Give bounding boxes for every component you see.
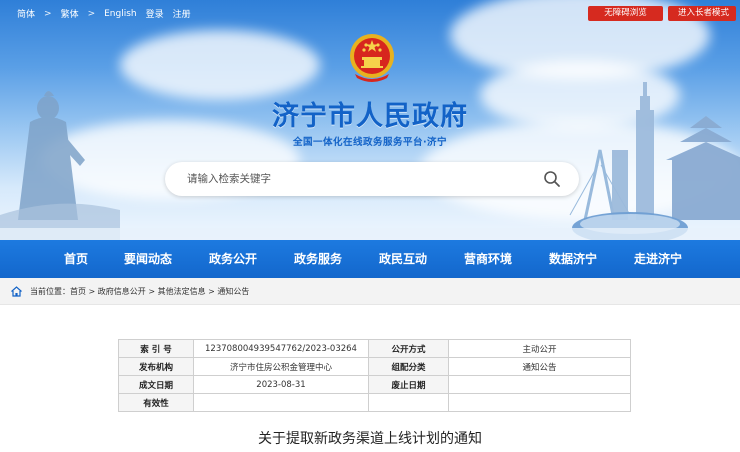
expiry-date-label: 废止日期 [368, 375, 449, 394]
breadcrumb-item-info-disclosure[interactable]: 政府信息公开 [98, 287, 146, 296]
validity-value [193, 393, 369, 412]
nav-item-about-jining[interactable]: 走进济宁 [634, 240, 682, 278]
index-number-value: 123708004939547762/2023-03264 [193, 339, 369, 358]
national-emblem-icon [350, 34, 394, 82]
index-number-label: 索 引 号 [118, 339, 194, 358]
login-link[interactable]: 登录 [146, 7, 164, 20]
validity-label: 有效性 [118, 393, 194, 412]
table-row: 有效性 [118, 393, 631, 412]
table-row: 发布机构 济宁市住房公积金管理中心 组配分类 通知公告 [118, 357, 631, 376]
empty-cell [448, 393, 631, 412]
register-link[interactable]: 注册 [173, 7, 191, 20]
search-input[interactable] [187, 171, 527, 187]
nav-item-gov-services[interactable]: 政务服务 [294, 240, 342, 278]
nav-item-news[interactable]: 要闻动态 [124, 240, 172, 278]
table-row: 索 引 号 123708004939547762/2023-03264 公开方式… [118, 339, 631, 358]
traditional-chinese-link[interactable]: 繁体 [61, 7, 79, 20]
site-title: 济宁市人民政府 [272, 101, 468, 132]
category-value: 通知公告 [448, 357, 631, 376]
nav-item-gov-disclosure[interactable]: 政务公开 [209, 240, 257, 278]
breadcrumb-item-notices[interactable]: 通知公告 [217, 287, 249, 296]
breadcrumb-separator: > [145, 287, 158, 296]
separator: > [87, 8, 96, 19]
disclosure-method-value: 主动公开 [448, 339, 631, 358]
home-icon[interactable] [10, 285, 23, 298]
accessible-browse-button[interactable]: 无障碍浏览 [588, 6, 663, 21]
top-link-bar: 简体 > 繁体 > English 登录 注册 [17, 7, 191, 21]
elderly-mode-button[interactable]: 进入长者模式 [668, 6, 736, 21]
empty-cell [368, 393, 449, 412]
search-bar [165, 162, 579, 196]
breadcrumb-text: 当前位置：首页 > 政府信息公开 > 其他法定信息 > 通知公告 [30, 286, 249, 297]
table-row: 成文日期 2023-08-31 废止日期 [118, 375, 631, 394]
breadcrumb: 当前位置：首页 > 政府信息公开 > 其他法定信息 > 通知公告 [0, 278, 740, 305]
written-date-label: 成文日期 [118, 375, 194, 394]
site-subtitle: 全国一体化在线政务服务平台·济宁 [292, 137, 448, 148]
english-link[interactable]: English [104, 9, 137, 19]
nav-item-interaction[interactable]: 政民互动 [379, 240, 427, 278]
written-date-value: 2023-08-31 [193, 375, 369, 394]
publisher-label: 发布机构 [118, 357, 194, 376]
breadcrumb-separator: > [205, 287, 218, 296]
main-nav: 首页 要闻动态 政务公开 政务服务 政民互动 营商环境 数据济宁 走进济宁 [0, 240, 740, 278]
disclosure-method-label: 公开方式 [368, 339, 449, 358]
search-icon[interactable] [543, 170, 561, 188]
category-label: 组配分类 [368, 357, 449, 376]
publisher-value: 济宁市住房公积金管理中心 [193, 357, 369, 376]
nav-item-data-jining[interactable]: 数据济宁 [549, 240, 597, 278]
simplified-chinese-link[interactable]: 简体 [17, 7, 35, 20]
page: 简体 > 繁体 > English 登录 注册 无障碍浏览 进入长者模式 济宁市… [0, 0, 740, 452]
breadcrumb-label: 当前位置： [30, 287, 70, 296]
breadcrumb-separator: > [86, 287, 98, 296]
document-title: 关于提取新政务渠道上线计划的通知 [258, 431, 482, 447]
separator: > [44, 8, 52, 19]
nav-item-business-env[interactable]: 营商环境 [464, 240, 512, 278]
nav-item-home[interactable]: 首页 [64, 240, 88, 278]
breadcrumb-item-home[interactable]: 首页 [70, 287, 86, 296]
expiry-date-value [448, 375, 631, 394]
breadcrumb-item-other-info[interactable]: 其他法定信息 [158, 287, 206, 296]
header-banner: 简体 > 繁体 > English 登录 注册 无障碍浏览 进入长者模式 济宁市… [0, 0, 740, 240]
document-info-table: 索 引 号 123708004939547762/2023-03264 公开方式… [118, 339, 631, 412]
